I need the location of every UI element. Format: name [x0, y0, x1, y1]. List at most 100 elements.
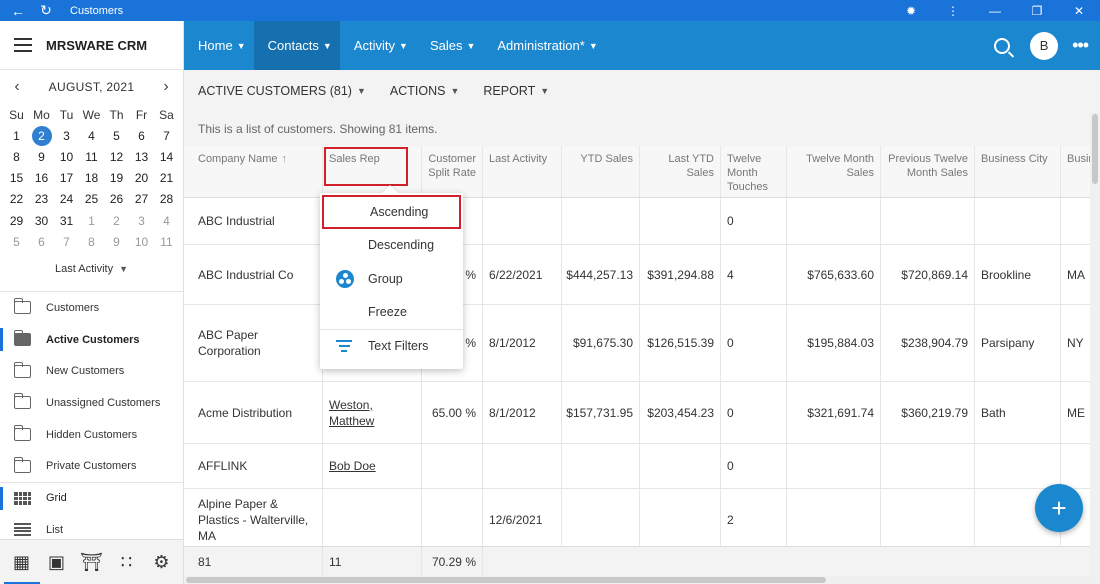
column-header-split-rate[interactable]: Customer Split Rate [422, 146, 483, 197]
sales-rep-link[interactable]: Bob Doe [329, 459, 376, 473]
column-header-business-city[interactable]: Business City [975, 146, 1061, 197]
calendar-day-outside[interactable]: 7 [54, 231, 79, 252]
sidebar-item-active-customers[interactable]: Active Customers [0, 324, 183, 356]
calendar-day[interactable]: 19 [104, 168, 129, 189]
view-selector-dropdown[interactable]: ACTIVE CUSTOMERS (81) ▼ [198, 84, 366, 98]
column-header-twelve-month-sales[interactable]: Twelve Month Sales [787, 146, 881, 197]
calendar-day-outside[interactable]: 2 [104, 210, 129, 231]
sidebar-item-grid[interactable]: Grid [0, 482, 183, 514]
column-header-touches[interactable]: Twelve Month Touches [721, 146, 787, 197]
calendar-day-outside[interactable]: 3 [129, 210, 154, 231]
hamburger-menu-icon[interactable] [14, 38, 32, 52]
column-header-last-activity[interactable]: Last Activity [483, 146, 562, 197]
column-header-business-state[interactable]: Busine [1061, 146, 1090, 197]
calendar-day[interactable]: 13 [129, 146, 154, 167]
menu-item-freeze[interactable]: Freeze [320, 296, 463, 330]
scrollbar-thumb[interactable] [186, 577, 826, 583]
calendar-day[interactable]: 16 [29, 168, 54, 189]
nav-menu-activity[interactable]: Activity ▼ [340, 21, 416, 70]
close-icon[interactable]: ✕ [1058, 4, 1100, 18]
menu-item-descending[interactable]: Descending [320, 229, 463, 263]
calendar-day[interactable]: 15 [4, 168, 29, 189]
apps-grid-icon[interactable]: ∷ [112, 540, 142, 584]
calendar-day[interactable]: 10 [54, 146, 79, 167]
calendar-day[interactable]: 12 [104, 146, 129, 167]
calendar-day[interactable]: 20 [129, 168, 154, 189]
column-header-ytd-sales[interactable]: YTD Sales [562, 146, 640, 197]
calendar-day[interactable]: 17 [54, 168, 79, 189]
more-horizontal-icon[interactable]: ••• [1072, 35, 1089, 56]
calendar-day[interactable]: 9 [29, 146, 54, 167]
column-header-last-ytd-sales[interactable]: Last YTD Sales [640, 146, 721, 197]
calendar-day[interactable]: 1 [4, 125, 29, 146]
nav-menu-sales[interactable]: Sales ▼ [416, 21, 483, 70]
calendar-day[interactable]: 26 [104, 189, 129, 210]
calendar-day[interactable]: 6 [129, 125, 154, 146]
calendar-day-outside[interactable]: 9 [104, 231, 129, 252]
extensions-puzzle-icon[interactable]: ✹ [890, 4, 932, 18]
window-more-icon[interactable]: ⋮ [932, 4, 974, 18]
nav-menu-administration[interactable]: Administration* ▼ [483, 21, 605, 70]
calendar-day[interactable]: 28 [154, 189, 179, 210]
avatar[interactable]: B [1030, 31, 1059, 60]
calendar-day-outside[interactable]: 11 [154, 231, 179, 252]
sales-rep-link[interactable]: Weston, Matthew [329, 397, 415, 429]
horizontal-scrollbar[interactable] [184, 576, 1090, 584]
calendar-day[interactable]: 18 [79, 168, 104, 189]
sidebar-item-customers[interactable]: Customers [0, 292, 183, 324]
calendar-day[interactable]: 25 [79, 189, 104, 210]
calendar-day[interactable]: 8 [4, 146, 29, 167]
minimize-icon[interactable]: — [974, 4, 1016, 18]
add-fab-button[interactable]: + [1035, 484, 1083, 532]
calendar-day[interactable]: 27 [129, 189, 154, 210]
chevron-left-icon[interactable]: ‹ [10, 78, 24, 96]
vertical-scrollbar[interactable] [1090, 112, 1100, 584]
menu-item-ascending[interactable]: Ascending [322, 195, 461, 229]
menu-item-text-filters[interactable]: Text Filters [320, 329, 463, 363]
calendar-day[interactable]: 4 [79, 125, 104, 146]
calendar-day-selected[interactable]: 2 [29, 125, 54, 146]
back-arrow-icon[interactable]: ← [8, 0, 28, 21]
chevron-right-icon[interactable]: › [159, 78, 173, 96]
calendar-day[interactable]: 21 [154, 168, 179, 189]
sidebar-item-unassigned-customers[interactable]: Unassigned Customers [0, 387, 183, 419]
calendar-day-outside[interactable]: 10 [129, 231, 154, 252]
calendar-day-outside[interactable]: 6 [29, 231, 54, 252]
search-icon[interactable] [994, 37, 1011, 54]
calendar-day[interactable]: 7 [154, 125, 179, 146]
calendar-day[interactable]: 23 [29, 189, 54, 210]
report-dropdown[interactable]: REPORT ▼ [483, 84, 549, 98]
calendar-day[interactable]: 29 [4, 210, 29, 231]
calendar-day[interactable]: 5 [104, 125, 129, 146]
menu-item-group[interactable]: Group [320, 262, 463, 296]
sidebar-item-private-customers[interactable]: Private Customers [0, 450, 183, 482]
restore-icon[interactable]: ❐ [1016, 4, 1058, 18]
sidebar-item-new-customers[interactable]: New Customers [0, 355, 183, 387]
calendar-day[interactable]: 3 [54, 125, 79, 146]
calendar-day[interactable]: 30 [29, 210, 54, 231]
column-header-prev-twelve-month-sales[interactable]: Previous Twelve Month Sales [881, 146, 975, 197]
nav-menu-contacts[interactable]: Contacts ▼ [253, 21, 340, 70]
calendar-day[interactable]: 31 [54, 210, 79, 231]
calendar-day[interactable]: 22 [4, 189, 29, 210]
actions-dropdown[interactable]: ACTIONS ▼ [390, 84, 459, 98]
sidebar-item-hidden-customers[interactable]: Hidden Customers [0, 419, 183, 451]
nav-menu-home[interactable]: Home ▼ [184, 21, 254, 70]
building-icon[interactable]: ▦ [3, 540, 40, 584]
calendar-day-outside[interactable]: 5 [4, 231, 29, 252]
calendar-day-outside[interactable]: 8 [79, 231, 104, 252]
calendar-day[interactable]: 14 [154, 146, 179, 167]
table-row[interactable]: AFFLINK Bob Doe 0 [184, 444, 1090, 489]
column-header-company[interactable]: Company Name ↑ [184, 146, 323, 197]
calendar-filter-dropdown[interactable]: Last Activity ▼ [0, 256, 183, 282]
office-icon[interactable]: ▣ [42, 540, 72, 584]
table-row[interactable]: Acme Distribution Weston, Matthew 65.00 … [184, 382, 1090, 444]
table-row[interactable]: Alpine Paper & Plastics - Walterville, M… [184, 489, 1090, 551]
refresh-icon[interactable]: ↻ [36, 0, 56, 21]
gear-icon[interactable]: ⚙ [147, 540, 177, 584]
calendar-day-outside[interactable]: 4 [154, 210, 179, 231]
bank-icon[interactable]: ⛩ [77, 540, 107, 584]
scrollbar-thumb[interactable] [1092, 114, 1098, 184]
calendar-day[interactable]: 11 [79, 146, 104, 167]
calendar-day-outside[interactable]: 1 [79, 210, 104, 231]
